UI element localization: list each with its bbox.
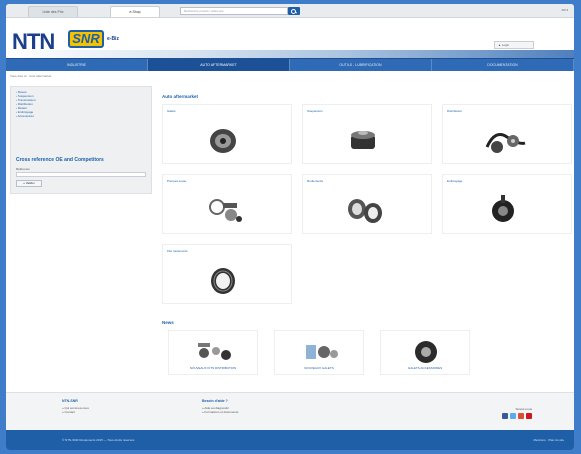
category-card-suspension[interactable]: Suspension bbox=[302, 104, 432, 164]
main-nav: INDUSTRIE AUTO AFTERMARKET OUTILS - LUBR… bbox=[6, 58, 574, 71]
copyright: © NTN-SNR Roulements 2015 — Tous droits … bbox=[62, 438, 135, 442]
timing-kit-icon bbox=[485, 133, 526, 153]
nav-documentation[interactable]: DOCUMENTATION bbox=[432, 59, 574, 71]
news-label: GALETS ACCESSOIRES bbox=[407, 366, 443, 370]
category-label: Galets bbox=[167, 109, 176, 113]
category-card-pompes[interactable]: Pompes à eau bbox=[162, 174, 292, 234]
googleplus-icon[interactable] bbox=[518, 413, 524, 419]
news-card-kits[interactable]: NOUVEAUX KITS DISTRIBUTION bbox=[168, 330, 258, 375]
category-card-galets[interactable]: Galets bbox=[162, 104, 292, 164]
news-card-accessoires[interactable]: GALETS ACCESSOIRES bbox=[380, 330, 470, 375]
sidebar-menu: Roues Suspension Transmission Distributi… bbox=[11, 87, 151, 121]
category-card-distribution[interactable]: Distribution bbox=[442, 104, 572, 164]
legal-links[interactable]: Mentions · Plan du site bbox=[533, 438, 564, 442]
nav-outils[interactable]: OUTILS - LUBRIFICATION bbox=[290, 59, 432, 71]
category-label: Embrayage bbox=[447, 179, 463, 183]
footer-col-help: Besoin d'aide ? » Aide au diagnostic » F… bbox=[202, 399, 238, 414]
youtube-icon[interactable] bbox=[526, 413, 532, 419]
language-selector[interactable]: FR ▾ bbox=[562, 8, 568, 12]
social-links bbox=[502, 413, 532, 419]
facebook-icon[interactable] bbox=[502, 413, 508, 419]
footer-heading: NTN-SNR bbox=[62, 399, 78, 403]
category-label: Pompes à eau bbox=[167, 179, 187, 183]
news-title: News bbox=[162, 320, 174, 325]
tab-price-list[interactable]: Liste des Prix bbox=[28, 6, 78, 17]
header: NTN SNR e-Biz ▲ Login bbox=[6, 18, 574, 58]
cross-reference-title: Cross reference OE and Competitors bbox=[16, 157, 104, 163]
nav-industrie[interactable]: INDUSTRIE bbox=[6, 59, 148, 71]
page-title: Auto aftermarket bbox=[162, 94, 199, 99]
category-card-kits-roulements[interactable]: Kits roulements bbox=[162, 244, 292, 304]
wheel-bearing-icon bbox=[211, 268, 235, 294]
ebiz-label: e-Biz bbox=[107, 36, 119, 42]
category-label: Distribution bbox=[447, 109, 463, 113]
timing-kit-icon bbox=[198, 343, 231, 360]
search-button[interactable] bbox=[288, 7, 300, 15]
clutch-bearing-icon bbox=[492, 195, 514, 222]
sidebar: Roues Suspension Transmission Distributi… bbox=[10, 86, 152, 194]
validate-button[interactable]: » Valider bbox=[16, 180, 42, 187]
category-label: Suspension bbox=[307, 109, 323, 113]
news-label: NOUVEAUX KITS DISTRIBUTION bbox=[189, 366, 237, 370]
header-swoosh bbox=[6, 50, 574, 58]
bottom-bar: © NTN-SNR Roulements 2015 — Tous droits … bbox=[6, 430, 574, 450]
reference-label: Référence bbox=[16, 167, 30, 171]
page: Liste des Prix e-Shop Recherche produit … bbox=[6, 4, 574, 450]
water-pump-icon bbox=[209, 199, 242, 222]
idler-pulley-icon bbox=[415, 341, 437, 363]
top-bar: Liste des Prix e-Shop Recherche produit … bbox=[6, 4, 574, 18]
follow-label: Suivez-nous bbox=[515, 407, 532, 411]
tab-eshop[interactable]: e-Shop bbox=[110, 6, 160, 17]
category-label: Kits roulements bbox=[167, 249, 188, 253]
sidebar-item-accessoires[interactable]: Accessoires bbox=[16, 114, 146, 118]
news-label: NOUVEAUX GALETS bbox=[304, 366, 334, 370]
suspension-mount-icon bbox=[351, 131, 375, 149]
bearing-icon bbox=[348, 199, 382, 223]
login-button[interactable]: ▲ Login bbox=[494, 41, 534, 49]
breadcrumb: Vous êtes ici : Auto aftermarket bbox=[10, 74, 52, 78]
category-card-roulements[interactable]: Roulements bbox=[302, 174, 432, 234]
footer: NTN-SNR » Qui sommes-nous » Contact Beso… bbox=[6, 392, 574, 430]
pulley-icon bbox=[210, 129, 236, 153]
footer-col-company: NTN-SNR » Qui sommes-nous » Contact bbox=[62, 399, 89, 414]
snr-logo[interactable]: SNR bbox=[68, 30, 104, 48]
search-input[interactable]: Recherche produit / référence bbox=[180, 7, 288, 15]
footer-link-training[interactable]: » Formations et documents bbox=[202, 410, 238, 414]
twitter-icon[interactable] bbox=[510, 413, 516, 419]
category-label: Roulements bbox=[307, 179, 324, 183]
tensioner-icon bbox=[306, 345, 338, 359]
footer-heading: Besoin d'aide ? bbox=[202, 399, 228, 403]
nav-auto-aftermarket[interactable]: AUTO AFTERMARKET bbox=[148, 59, 290, 71]
reference-input[interactable] bbox=[16, 172, 146, 177]
footer-link-contact[interactable]: » Contact bbox=[62, 410, 89, 414]
news-card-galets[interactable]: NOUVEAUX GALETS bbox=[274, 330, 364, 375]
category-card-embrayage[interactable]: Embrayage bbox=[442, 174, 572, 234]
